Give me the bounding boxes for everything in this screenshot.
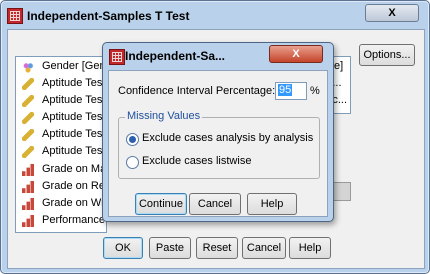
list-item[interactable]: Aptitude Test — [20, 127, 106, 143]
missing-values-group: Missing Values Exclude cases analysis by… — [118, 110, 320, 179]
exclude-analysis-label[interactable]: Exclude cases analysis by analysis — [142, 132, 313, 144]
close-button[interactable]: X — [365, 4, 419, 22]
exclude-listwise-radio[interactable] — [126, 156, 139, 169]
grouping-variable-field[interactable] — [331, 182, 351, 201]
help-button[interactable]: Help — [289, 237, 331, 259]
confidence-interval-value: 95 — [278, 84, 293, 96]
scale-icon — [22, 146, 34, 158]
nominal-icon — [22, 61, 34, 73]
scale-icon — [22, 78, 34, 90]
exclude-analysis-radio[interactable] — [126, 133, 139, 146]
options-close-button[interactable]: X — [269, 45, 323, 63]
list-item[interactable]: Performance — [20, 213, 106, 229]
list-item[interactable]: Aptitude Test — [20, 76, 106, 92]
options-dialog-title: Independent-Sa... — [125, 49, 226, 63]
list-item[interactable]: Grade on Mat — [20, 162, 106, 178]
options-dialog-body: Confidence Interval Percentage: 95 % Mis… — [108, 70, 328, 217]
variable-list[interactable]: Gender [Gend Aptitude Test Aptitude Test… — [15, 56, 107, 233]
ok-button[interactable]: OK — [103, 237, 143, 259]
reset-button[interactable]: Reset — [196, 237, 238, 259]
list-item[interactable]: Gender [Gend — [20, 59, 106, 75]
missing-values-title: Missing Values — [125, 110, 203, 122]
options-button[interactable]: Options... — [359, 44, 415, 66]
list-item[interactable]: Grade on Wri — [20, 196, 106, 212]
options-cancel-button[interactable]: Cancel — [189, 193, 241, 215]
ordinal-icon — [22, 164, 34, 176]
percent-sign: % — [310, 85, 320, 97]
spss-app-icon — [7, 8, 23, 24]
title-bar: Independent-Samples T Test X — [5, 4, 425, 28]
dialog-title: Independent-Samples T Test — [27, 9, 190, 23]
confidence-interval-label: Confidence Interval Percentage: — [118, 85, 276, 97]
exclude-listwise-label[interactable]: Exclude cases listwise — [142, 155, 251, 167]
confidence-interval-input[interactable]: 95 — [275, 82, 307, 100]
ordinal-icon — [22, 181, 34, 193]
spss-app-icon — [109, 49, 125, 65]
list-item[interactable]: Aptitude Test — [20, 93, 106, 109]
paste-button[interactable]: Paste — [149, 237, 191, 259]
ordinal-icon — [22, 198, 34, 210]
continue-button[interactable]: Continue — [135, 193, 187, 215]
scale-icon — [22, 129, 34, 141]
ordinal-icon — [22, 215, 34, 227]
options-help-button[interactable]: Help — [247, 193, 297, 215]
scale-icon — [22, 112, 34, 124]
scale-icon — [22, 95, 34, 107]
list-item[interactable]: Aptitude Test — [20, 110, 106, 126]
list-item[interactable]: Aptitude Test — [20, 144, 106, 160]
test-variable-fragment: e] — [334, 60, 344, 72]
list-item[interactable]: Grade on Rea — [20, 179, 106, 195]
cancel-button[interactable]: Cancel — [242, 237, 286, 259]
options-dialog: Independent-Sa... X Confidence Interval … — [102, 42, 334, 222]
